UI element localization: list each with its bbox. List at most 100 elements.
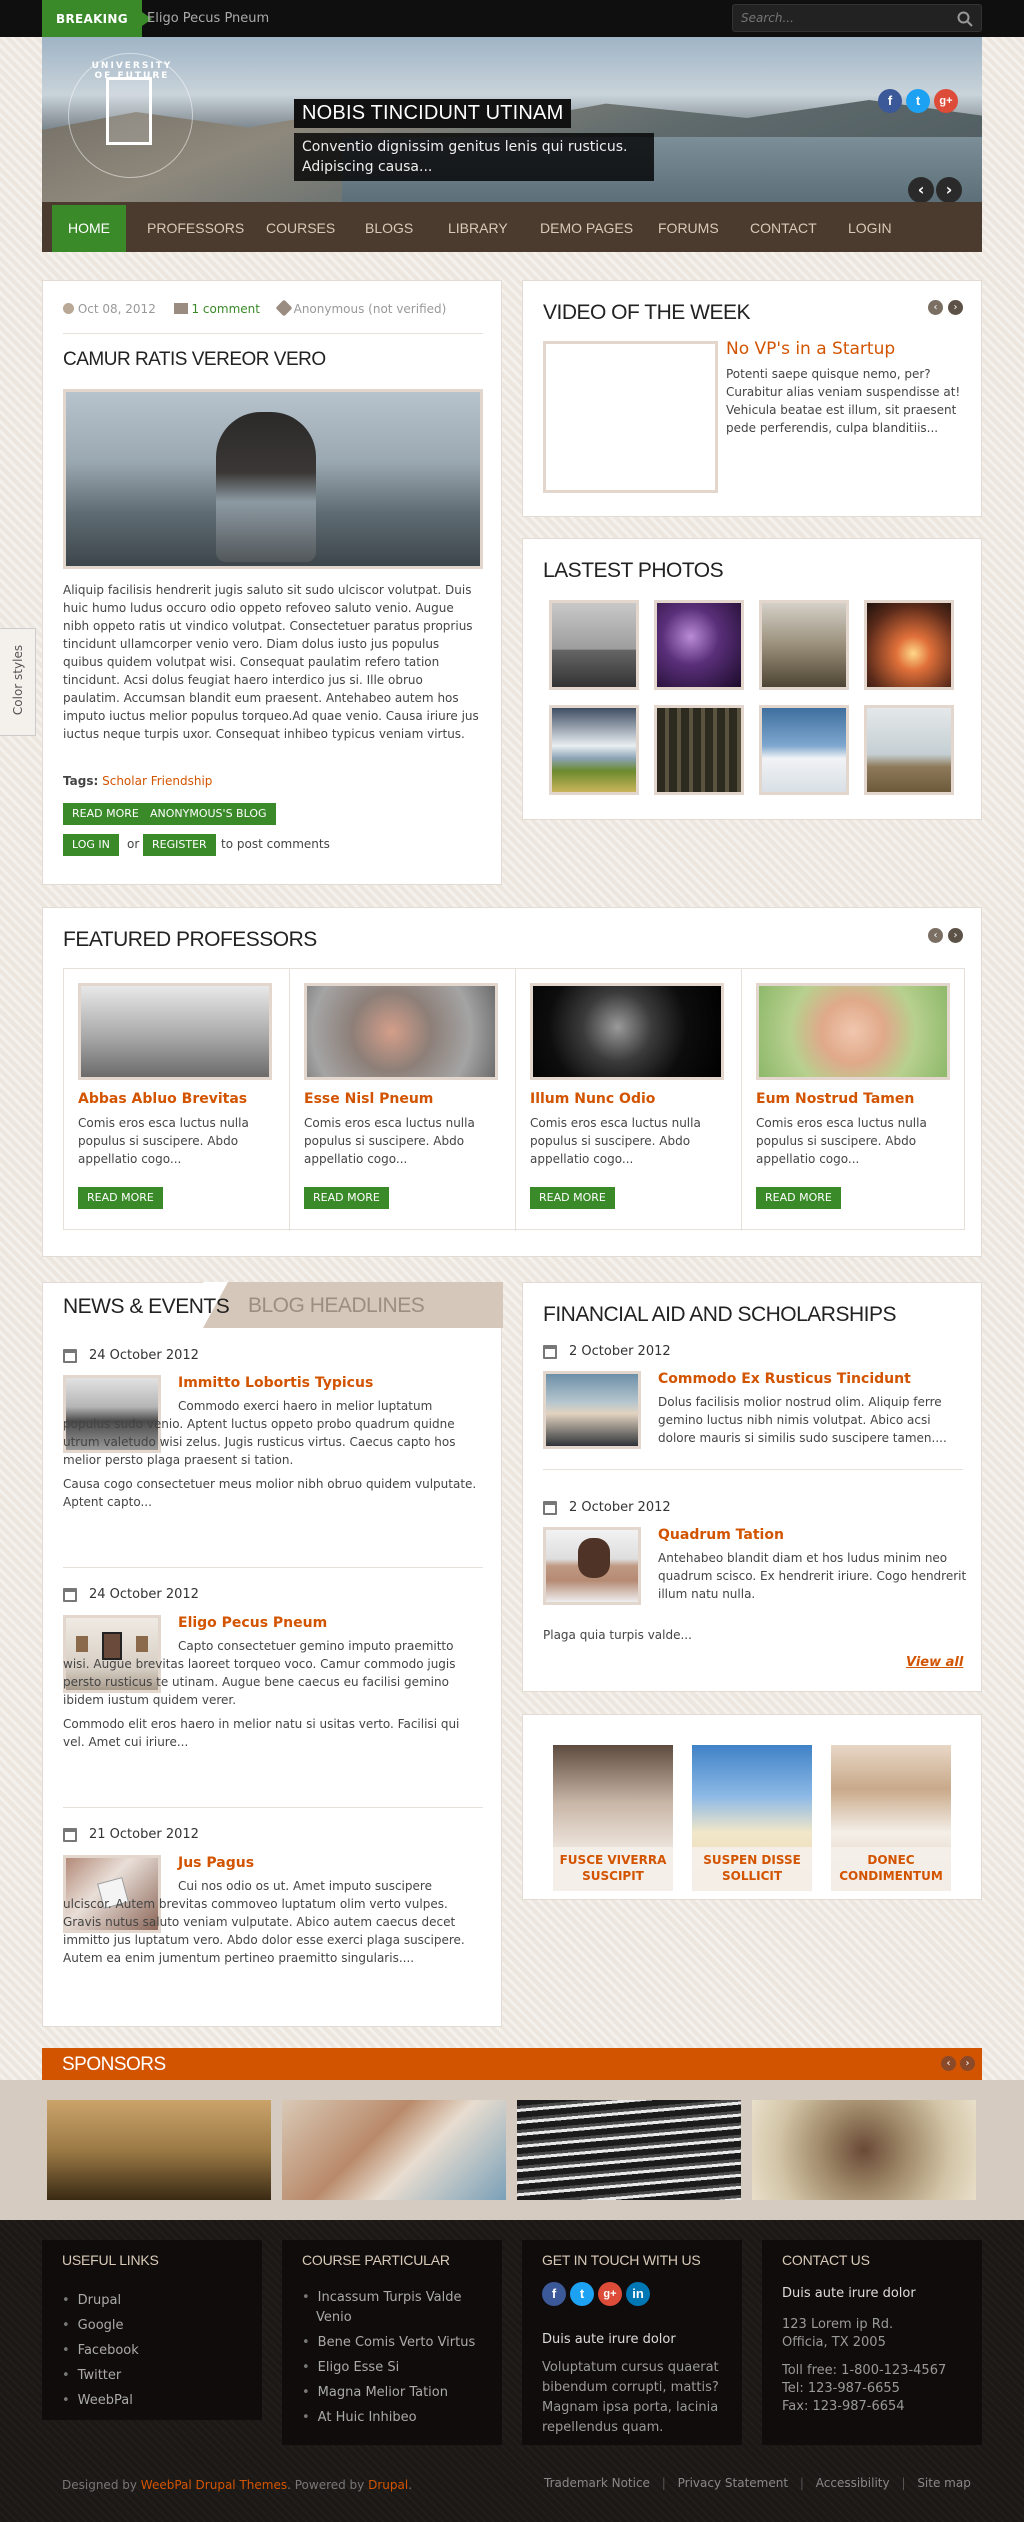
google-plus-icon[interactable]: g+ — [934, 89, 958, 113]
professor-photo[interactable] — [530, 983, 724, 1080]
news-events-tab[interactable]: NEWS & EVENTS — [63, 1295, 230, 1319]
next-icon[interactable]: › — [948, 928, 963, 943]
news-title[interactable]: Immitto Lobortis Typicus — [178, 1375, 373, 1391]
professor-name[interactable]: Abbas Abluo Brevitas — [78, 1091, 247, 1107]
footer-link[interactable]: Drupal — [62, 2288, 139, 2313]
article-image[interactable] — [63, 389, 483, 569]
promo-tile[interactable]: DONEC CONDIMENTUM — [831, 1745, 951, 1891]
search-input[interactable] — [733, 5, 933, 31]
news-title[interactable]: Jus Pagus — [178, 1855, 254, 1871]
promo-tile[interactable]: SUSPEN DISSE SOLLICIT — [692, 1745, 812, 1891]
twitter-icon[interactable]: t — [570, 2282, 594, 2306]
article-meta: Oct 08, 2012 1 comment Anonymous (not ve… — [63, 299, 446, 317]
read-more-button[interactable]: READ MORE — [756, 1187, 841, 1209]
promo-tile[interactable]: FUSCE VIVERRA SUSCIPIT — [553, 1745, 673, 1891]
linkedin-icon[interactable]: in — [626, 2282, 650, 2306]
breaking-news-link[interactable]: Eligo Pecus Pneum — [147, 11, 269, 26]
course-link[interactable]: At Huic Inhibeo — [302, 2408, 492, 2428]
credit-drupal-link[interactable]: Drupal — [368, 2478, 408, 2492]
comment-icon — [173, 303, 188, 314]
footer-link[interactable]: Facebook — [62, 2338, 139, 2363]
photo-thumb[interactable] — [654, 705, 744, 795]
register-button[interactable]: REGISTER — [143, 834, 216, 856]
photo-thumb[interactable] — [549, 600, 639, 690]
photo-thumb[interactable] — [864, 705, 954, 795]
or-text: or — [127, 837, 140, 851]
sponsor-image[interactable] — [47, 2100, 271, 2200]
sponsors-heading: SPONSORS — [62, 2054, 166, 2075]
photo-thumb[interactable] — [549, 705, 639, 795]
photo-thumb[interactable] — [759, 600, 849, 690]
footer-link[interactable]: Google — [62, 2313, 139, 2338]
read-more-button[interactable]: READ MORE — [78, 1187, 163, 1209]
nav-professors[interactable]: PROFESSORS — [147, 202, 244, 252]
professor-photo[interactable] — [756, 983, 950, 1080]
financial-title[interactable]: Commodo Ex Rusticus Tincidunt — [658, 1371, 911, 1387]
login-button[interactable]: LOG IN — [63, 834, 119, 856]
video-player[interactable] — [543, 341, 718, 493]
nav-library[interactable]: LIBRARY — [448, 202, 508, 252]
footer-course: COURSE PARTICULAR Incassum Turpis Valde … — [282, 2240, 502, 2445]
article-comments-link[interactable]: 1 comment — [191, 302, 259, 316]
credit-themes-link[interactable]: WeebPal Drupal Themes — [141, 2478, 287, 2492]
prev-icon[interactable]: ‹ — [941, 2056, 956, 2071]
course-link[interactable]: Incassum Turpis Valde Venio — [302, 2288, 492, 2328]
professor-text: Comis eros esca luctus nulla populus si … — [530, 1116, 701, 1166]
video-title[interactable]: No VP's in a Startup — [726, 339, 895, 359]
prev-icon[interactable]: ‹ — [928, 928, 943, 943]
view-all-link[interactable]: View all — [906, 1655, 963, 1670]
financial-thumb[interactable] — [543, 1371, 641, 1449]
sponsor-image[interactable] — [282, 2100, 506, 2200]
photo-thumb[interactable] — [864, 600, 954, 690]
prev-icon[interactable]: ‹ — [928, 300, 943, 315]
professor-photo[interactable] — [304, 983, 498, 1080]
professor-photo[interactable] — [78, 983, 272, 1080]
read-more-button[interactable]: READ MORE — [63, 803, 148, 825]
color-styles-tab[interactable]: Color styles — [0, 628, 36, 736]
news-title[interactable]: Eligo Pecus Pneum — [178, 1615, 327, 1631]
nav-login[interactable]: LOGIN — [848, 202, 892, 252]
photo-thumb[interactable] — [759, 705, 849, 795]
course-link[interactable]: Bene Comis Verto Virtus — [302, 2333, 492, 2353]
slider-next-icon[interactable]: › — [936, 177, 962, 202]
nav-demo-pages[interactable]: DEMO PAGES — [540, 202, 633, 252]
footer-link-accessibility[interactable]: Accessibility — [816, 2476, 890, 2490]
professor-name[interactable]: Esse Nisl Pneum — [304, 1091, 433, 1107]
nav-home[interactable]: HOME — [52, 205, 126, 252]
nav-forums[interactable]: FORUMS — [658, 202, 719, 252]
facebook-icon[interactable]: f — [542, 2282, 566, 2306]
nav-blogs[interactable]: BLOGS — [365, 202, 413, 252]
next-icon[interactable]: › — [960, 2056, 975, 2071]
google-plus-icon[interactable]: g+ — [598, 2282, 622, 2306]
professor-name[interactable]: Illum Nunc Odio — [530, 1091, 655, 1107]
tag-link[interactable]: Scholar Friendship — [102, 774, 212, 788]
contact-fax: Fax: 123-987-6654 — [782, 2399, 905, 2414]
hero-title[interactable]: NOBIS TINCIDUNT UTINAM — [294, 99, 572, 128]
course-link[interactable]: Magna Melior Tation — [302, 2383, 492, 2403]
facebook-icon[interactable]: f — [878, 89, 902, 113]
blog-button[interactable]: ANONYMOUS'S BLOG — [141, 803, 276, 825]
read-more-button[interactable]: READ MORE — [530, 1187, 615, 1209]
article-title[interactable]: CAMUR RATIS VEREOR VERO — [63, 349, 326, 371]
footer-link-trademark[interactable]: Trademark Notice — [544, 2476, 650, 2490]
footer-link[interactable]: WeebPal — [62, 2388, 139, 2413]
search-icon[interactable] — [957, 11, 973, 27]
read-more-button[interactable]: READ MORE — [304, 1187, 389, 1209]
professor-name[interactable]: Eum Nostrud Tamen — [756, 1091, 914, 1107]
footer-link-sitemap[interactable]: Site map — [917, 2476, 971, 2490]
financial-title[interactable]: Quadrum Tation — [658, 1527, 784, 1543]
sponsor-image[interactable] — [517, 2100, 741, 2200]
twitter-icon[interactable]: t — [906, 89, 930, 113]
nav-courses[interactable]: COURSES — [266, 202, 335, 252]
professor-card: Abbas Abluo Brevitas Comis eros esca luc… — [64, 969, 290, 1231]
photo-thumb[interactable] — [654, 600, 744, 690]
financial-thumb[interactable] — [543, 1527, 641, 1605]
next-icon[interactable]: › — [948, 300, 963, 315]
sponsor-image[interactable] — [752, 2100, 976, 2200]
footer-link-privacy[interactable]: Privacy Statement — [678, 2476, 788, 2490]
course-link[interactable]: Eligo Esse Si — [302, 2358, 492, 2378]
slider-prev-icon[interactable]: ‹ — [908, 177, 934, 202]
nav-contact[interactable]: CONTACT — [750, 202, 817, 252]
footer-link[interactable]: Twitter — [62, 2363, 139, 2388]
blog-headlines-tab[interactable]: BLOG HEADLINES — [203, 1282, 503, 1328]
